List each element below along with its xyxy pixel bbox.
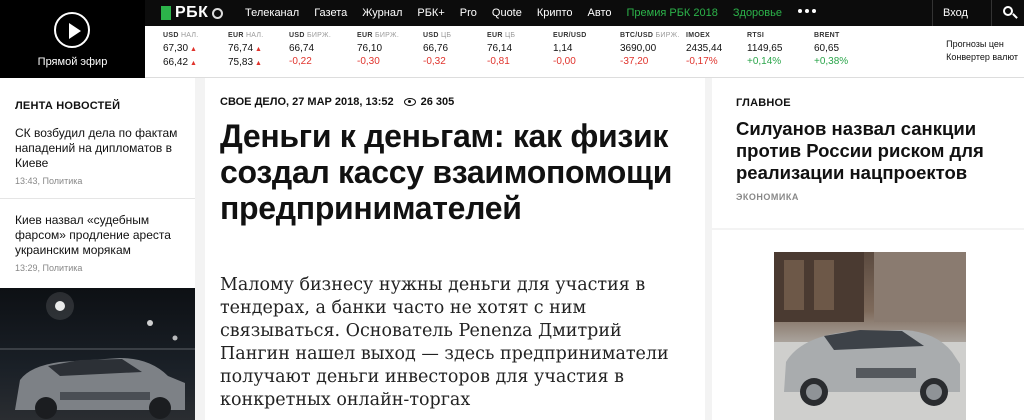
nav-item-magazine[interactable]: Журнал — [362, 7, 402, 19]
nav-item-quote[interactable]: Quote — [492, 7, 522, 19]
login-button[interactable]: Вход — [932, 0, 984, 26]
ticker-item[interactable]: BRENT 60,65 +0,38% — [814, 32, 848, 68]
ticker-item[interactable]: BTC/USD БИРЖ. 3690,00 -37,20 — [620, 32, 680, 68]
globe-icon[interactable] — [212, 7, 224, 19]
eye-icon — [403, 98, 416, 106]
more-menu-icon[interactable] — [798, 9, 816, 13]
article: СВОЕ ДЕЛО, 27 МАР 2018, 13:52 26 305 Ден… — [205, 78, 705, 420]
finance-tools: Прогнозы цен Конвертер валют — [946, 38, 1018, 64]
article-lead: Малому бизнесу нужны деньги для участия … — [220, 275, 669, 410]
article-views: 26 305 — [420, 96, 455, 108]
news-feed-item[interactable]: Киев назвал «судебным фарсом» продление … — [15, 213, 185, 276]
price-forecast-link[interactable]: Прогнозы цен — [946, 38, 1018, 51]
nav-item-rbc-plus[interactable]: РБК+ — [417, 7, 444, 19]
top-navigation: РБК Телеканал Газета Журнал РБК+ Pro Quo… — [145, 0, 1024, 26]
main-story-title[interactable]: Силуанов назвал санкции против России ри… — [736, 118, 1016, 184]
main-nav: Телеканал Газета Журнал РБК+ Pro Quote К… — [245, 0, 797, 26]
play-icon — [54, 12, 90, 48]
ticker-item[interactable]: EUR ЦБ 76,14 -0,81 — [487, 32, 515, 68]
ticker-item[interactable]: IMOEX 2435,44 -0,17% — [686, 32, 722, 68]
rbc-logo[interactable]: РБК — [161, 4, 224, 22]
nav-item-crypto[interactable]: Крипто — [537, 7, 573, 19]
main-heading: ГЛАВНОЕ — [736, 97, 791, 109]
ticker-item[interactable]: USD НАЛ. 67,30 ▲ 66,42 ▲ — [163, 32, 199, 70]
news-feed: ЛЕНТА НОВОСТЕЙ СК возбудил дела по факта… — [0, 78, 195, 420]
car-illustration — [774, 252, 966, 420]
nav-item-auto[interactable]: Авто — [588, 7, 612, 19]
main-story: ГЛАВНОЕ Силуанов назвал санкции против Р… — [712, 78, 1024, 228]
search-icon[interactable] — [991, 0, 1024, 26]
article-title: Деньги к деньгам: как физик создал кассу… — [220, 118, 673, 226]
news-meta: 13:43, Политика — [15, 176, 83, 186]
nav-item-health[interactable]: Здоровье — [733, 7, 782, 19]
ticker-item[interactable]: USD БИРЖ. 66,74 -0,22 — [289, 32, 331, 68]
ticker-item[interactable]: EUR НАЛ. 76,74 ▲ 75,83 ▲ — [228, 32, 264, 70]
arrow-up-icon: ▲ — [190, 46, 197, 53]
ticker-item[interactable]: EUR/USD 1,14 -0,00 — [553, 32, 587, 68]
ticker-item[interactable]: EUR БИРЖ. 76,10 -0,30 — [357, 32, 399, 68]
advert-block — [712, 230, 1024, 420]
news-title: СК возбудил дела по фактам нападений на … — [15, 126, 178, 170]
nav-item-tv[interactable]: Телеканал — [245, 7, 299, 19]
article-meta: СВОЕ ДЕЛО, 27 МАР 2018, 13:52 26 305 — [220, 96, 454, 108]
news-meta: 13:29, Политика — [15, 263, 83, 273]
nav-item-award[interactable]: Премия РБК 2018 — [627, 7, 718, 19]
news-feed-heading: ЛЕНТА НОВОСТЕЙ — [15, 100, 121, 112]
divider — [0, 198, 195, 199]
advert-car-image[interactable] — [0, 288, 195, 420]
main-story-rubric[interactable]: ЭКОНОМИКА — [736, 192, 799, 202]
car-illustration — [0, 292, 195, 419]
logo-mark-icon — [161, 6, 171, 20]
arrow-up-icon: ▲ — [255, 46, 262, 53]
article-rubric-date[interactable]: СВОЕ ДЕЛО, 27 МАР 2018, 13:52 — [220, 96, 394, 108]
logo-text: РБК — [175, 4, 209, 21]
ticker-item[interactable]: RTSI 1149,65 +0,14% — [747, 32, 782, 68]
ticker-item[interactable]: USD ЦБ 66,76 -0,32 — [423, 32, 451, 68]
news-feed-item[interactable]: СК возбудил дела по фактам нападений на … — [15, 126, 185, 189]
news-title: Киев назвал «судебным фарсом» продление … — [15, 213, 171, 257]
live-stream-label: Прямой эфир — [37, 56, 108, 68]
advert-car-image[interactable] — [774, 252, 966, 420]
currency-converter-link[interactable]: Конвертер валют — [946, 51, 1018, 64]
market-ticker: USD НАЛ. 67,30 ▲ 66,42 ▲ EUR НАЛ. 76,74 ▲ 75,… — [145, 26, 1024, 78]
live-stream-button[interactable]: Прямой эфир — [0, 0, 145, 78]
arrow-up-icon: ▲ — [255, 60, 262, 67]
nav-item-pro[interactable]: Pro — [460, 7, 477, 19]
nav-item-newspaper[interactable]: Газета — [314, 7, 347, 19]
arrow-up-icon: ▲ — [190, 60, 197, 67]
